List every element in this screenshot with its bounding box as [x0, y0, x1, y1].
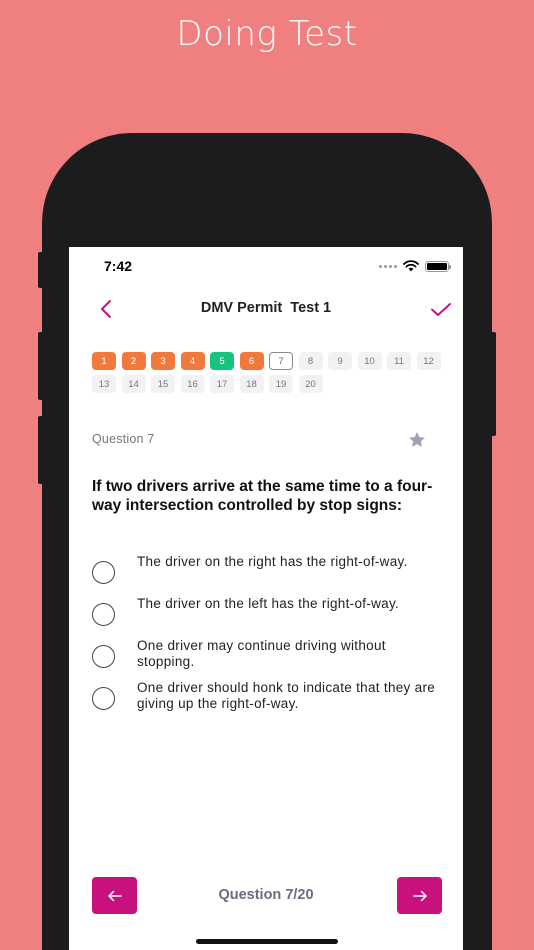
question-number-11[interactable]: 11 — [387, 352, 411, 370]
home-indicator — [196, 939, 338, 944]
question-grid-row: 1 2 3 4 5 6 7 8 9 10 11 12 — [92, 352, 442, 370]
radio-button[interactable] — [92, 645, 115, 668]
answer-text: The driver on the right has the right-of… — [137, 554, 408, 569]
arrow-right-icon — [412, 890, 427, 901]
status-bar: 7:42 — [69, 247, 463, 287]
question-number-3[interactable]: 3 — [151, 352, 175, 370]
radio-button[interactable] — [92, 561, 115, 584]
radio-button[interactable] — [92, 687, 115, 710]
app-screen: 7:42 DMV Permit Test 1 1 2 3 4 5 6 7 8 9 10 11 12 13… — [69, 247, 463, 950]
question-number-6[interactable]: 6 — [239, 352, 264, 370]
question-number-7[interactable]: 7 — [269, 352, 293, 370]
answer-option[interactable]: One driver may continue driving without … — [92, 638, 442, 680]
question-number-18[interactable]: 18 — [239, 375, 264, 393]
question-grid-row: 13 14 15 16 17 18 19 20 — [92, 375, 442, 393]
star-icon[interactable] — [407, 430, 427, 450]
question-grid: 1 2 3 4 5 6 7 8 9 10 11 12 13 14 15 16 17 18 19 20 — [92, 352, 442, 398]
question-number-8[interactable]: 8 — [298, 352, 323, 370]
question-number-2[interactable]: 2 — [121, 352, 146, 370]
question-number-17[interactable]: 17 — [210, 375, 234, 393]
promo-title: Doing Test — [176, 14, 358, 54]
nav-bar: DMV Permit Test 1 — [69, 291, 463, 327]
question-number-16[interactable]: 16 — [180, 375, 205, 393]
status-icons — [379, 260, 451, 272]
question-number-1[interactable]: 1 — [92, 352, 116, 370]
question-number-10[interactable]: 10 — [357, 352, 382, 370]
page-title: DMV Permit Test 1 — [200, 300, 332, 316]
answer-option[interactable]: One driver should honk to indicate that … — [92, 680, 442, 722]
checkmark-icon[interactable] — [429, 297, 453, 321]
question-text: If two drivers arrive at the same time t… — [92, 478, 433, 514]
answer-option[interactable]: The driver on the right has the right-of… — [92, 554, 442, 596]
question-number-4[interactable]: 4 — [180, 352, 205, 370]
answer-list: The driver on the right has the right-of… — [92, 554, 442, 722]
question-number-5[interactable]: 5 — [210, 352, 234, 370]
footer-nav: Question 7/20 — [69, 877, 463, 915]
answer-text: One driver may continue driving without … — [137, 638, 386, 669]
question-number-9[interactable]: 9 — [328, 352, 352, 370]
question-number-label: Question 7 — [92, 432, 155, 446]
question-number-20[interactable]: 20 — [298, 375, 323, 393]
question-number-19[interactable]: 19 — [269, 375, 293, 393]
question-number-13[interactable]: 13 — [92, 375, 116, 393]
next-question-button[interactable] — [397, 877, 442, 914]
signal-icon — [379, 264, 397, 268]
answer-text: The driver on the left has the right-of-… — [137, 596, 400, 611]
question-number-14[interactable]: 14 — [121, 375, 146, 393]
answer-text: One driver should honk to indicate that … — [137, 680, 436, 711]
status-time: 7:42 — [104, 258, 133, 274]
battery-icon — [425, 260, 451, 272]
wifi-icon — [403, 260, 419, 272]
question-number-15[interactable]: 15 — [151, 375, 175, 393]
radio-button[interactable] — [92, 603, 115, 626]
answer-option[interactable]: The driver on the left has the right-of-… — [92, 596, 442, 638]
question-number-12[interactable]: 12 — [416, 352, 441, 370]
